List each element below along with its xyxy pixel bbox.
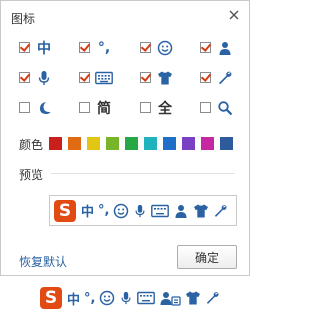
color-swatch[interactable] bbox=[163, 137, 176, 150]
checkbox[interactable] bbox=[200, 102, 211, 113]
color-swatch[interactable] bbox=[49, 137, 62, 150]
chinese-mode-icon[interactable]: 中 bbox=[67, 289, 80, 308]
color-swatch[interactable] bbox=[144, 137, 157, 150]
emoji-icon bbox=[114, 203, 129, 218]
option-skin[interactable] bbox=[140, 70, 190, 88]
simplified-icon: 简 bbox=[97, 101, 111, 117]
checkbox[interactable] bbox=[79, 72, 90, 83]
sogou-logo-icon[interactable]: S bbox=[40, 287, 62, 309]
user-center-icon[interactable] bbox=[159, 289, 182, 307]
checkbox[interactable] bbox=[200, 72, 211, 83]
close-icon[interactable] bbox=[228, 9, 240, 21]
user-icon bbox=[175, 204, 187, 218]
punctuation-icon: °, bbox=[97, 40, 111, 56]
checkbox[interactable] bbox=[140, 42, 151, 53]
microphone-icon bbox=[135, 204, 146, 217]
microphone-icon bbox=[38, 71, 50, 85]
option-tools[interactable] bbox=[200, 70, 250, 88]
color-swatch[interactable] bbox=[106, 137, 119, 150]
punctuation-icon[interactable]: °, bbox=[84, 289, 95, 307]
checkbox[interactable] bbox=[79, 42, 90, 53]
panel-title: 图标 bbox=[11, 12, 36, 26]
option-half-width[interactable] bbox=[19, 100, 69, 118]
option-user[interactable] bbox=[200, 40, 250, 58]
option-keyboard[interactable] bbox=[79, 70, 129, 88]
option-simplified[interactable]: 简 bbox=[79, 100, 129, 118]
search-icon bbox=[218, 101, 233, 116]
option-full-width[interactable]: 全 bbox=[140, 100, 190, 118]
skin-icon bbox=[194, 204, 209, 217]
punctuation-icon: °, bbox=[98, 203, 110, 218]
color-swatch[interactable] bbox=[87, 137, 100, 150]
emoji-icon[interactable] bbox=[99, 289, 115, 307]
checkbox[interactable] bbox=[79, 102, 90, 113]
confirm-button[interactable]: 确定 bbox=[177, 245, 237, 269]
divider bbox=[51, 173, 235, 174]
color-swatch[interactable] bbox=[220, 137, 233, 150]
sogou-logo-icon: S bbox=[54, 199, 76, 222]
preview-label: 预览 bbox=[19, 168, 44, 182]
keyboard-icon[interactable] bbox=[137, 289, 156, 307]
option-search[interactable] bbox=[200, 100, 250, 118]
keyboard-icon bbox=[95, 71, 113, 85]
color-swatch[interactable] bbox=[68, 137, 81, 150]
checkbox[interactable] bbox=[19, 72, 30, 83]
checkbox[interactable] bbox=[140, 102, 151, 113]
emoji-icon bbox=[157, 40, 173, 56]
wrench-icon[interactable] bbox=[205, 289, 220, 307]
preview-box: S 中 °, bbox=[49, 195, 237, 226]
keyboard-icon bbox=[151, 204, 170, 217]
colors-label: 颜色 bbox=[19, 138, 44, 152]
option-voice[interactable] bbox=[19, 70, 69, 88]
option-chinese-mode[interactable]: 中 bbox=[19, 40, 69, 58]
half-width-icon bbox=[40, 102, 51, 114]
preview-toolbar: S 中 °, bbox=[54, 199, 230, 222]
restore-defaults-link[interactable]: 恢复默认 bbox=[19, 253, 67, 270]
microphone-icon[interactable] bbox=[119, 289, 133, 307]
checkbox[interactable] bbox=[200, 42, 211, 53]
chinese-mode-icon: 中 bbox=[81, 205, 95, 220]
ime-status-toolbar: S 中 °, bbox=[40, 286, 222, 310]
color-swatch[interactable] bbox=[182, 137, 195, 150]
checkbox[interactable] bbox=[19, 42, 30, 53]
wrench-icon bbox=[219, 71, 232, 85]
chinese-mode-icon: 中 bbox=[37, 41, 51, 57]
full-width-icon: 全 bbox=[158, 101, 172, 117]
option-emoji[interactable] bbox=[140, 40, 190, 58]
skin-icon bbox=[158, 71, 172, 85]
skin-icon[interactable] bbox=[185, 289, 201, 307]
checkbox[interactable] bbox=[140, 72, 151, 83]
icon-settings-panel: 图标 中 °, 简 全 颜色 预览 S 中 °, 恢复默认 确定 bbox=[0, 0, 250, 276]
user-icon bbox=[219, 42, 231, 55]
color-swatch[interactable] bbox=[201, 137, 214, 150]
checkbox[interactable] bbox=[19, 102, 30, 113]
wrench-icon bbox=[215, 204, 227, 217]
option-punctuation[interactable]: °, bbox=[79, 40, 129, 58]
color-swatch[interactable] bbox=[125, 137, 138, 150]
